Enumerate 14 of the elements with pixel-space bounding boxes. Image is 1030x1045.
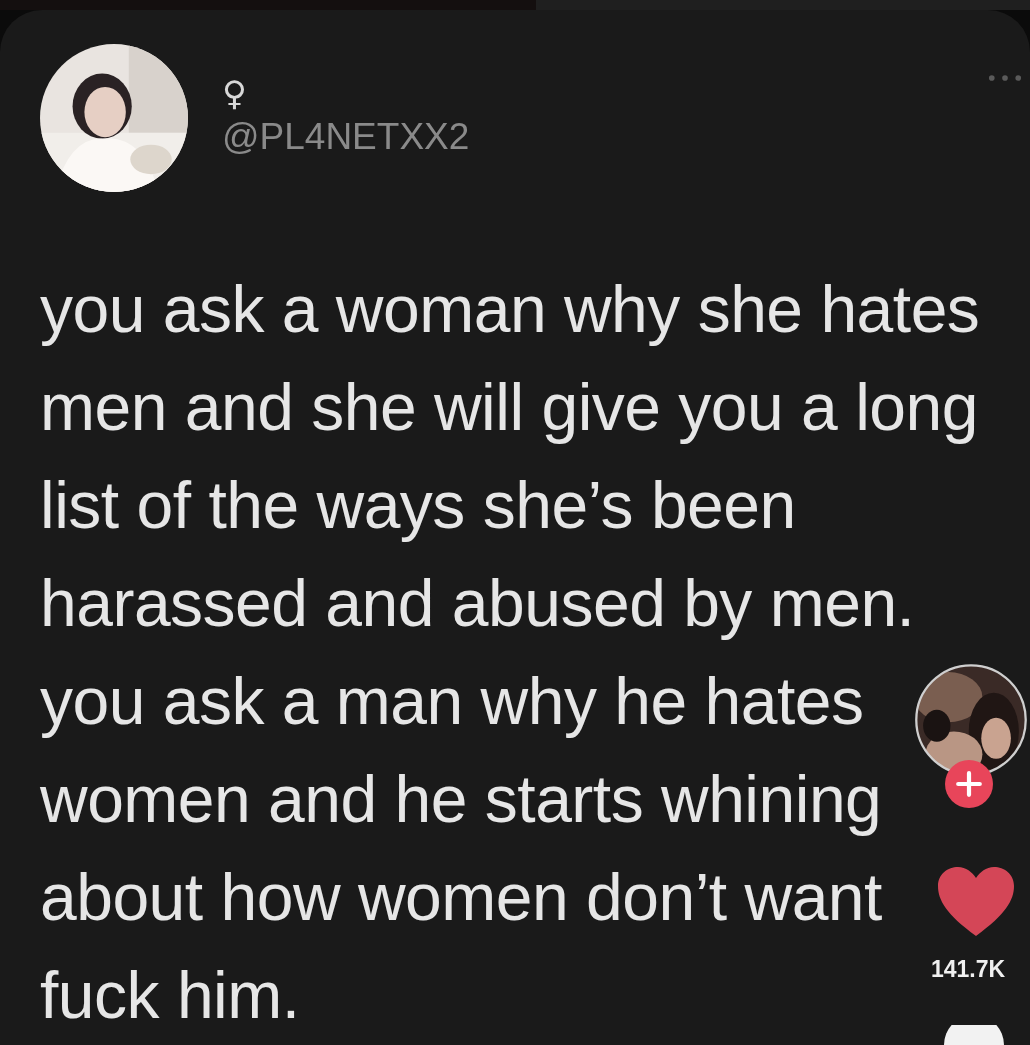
like-count: 141.7K: [931, 956, 1006, 983]
plus-icon[interactable]: [945, 760, 993, 808]
post-text-line: you ask a woman why she hates: [40, 271, 980, 348]
post-text-line: list of the ways she’s been: [40, 467, 796, 544]
heart-icon[interactable]: [935, 866, 1017, 938]
more-icon[interactable]: [988, 74, 1022, 82]
user-handle: @PL4NETXX2: [222, 115, 470, 159]
post-text-line: men and she will give you a long: [40, 369, 978, 446]
post-text-line: about how women don’t want: [40, 859, 882, 936]
post-text-line: women and he starts whining: [40, 761, 882, 838]
gender-symbol: ♀: [222, 76, 248, 110]
post-text-line: harassed and abused by men.: [40, 565, 915, 642]
post-text-line: fuck him.: [40, 957, 300, 1034]
post-text-line: you ask a man why he hates: [40, 663, 864, 740]
